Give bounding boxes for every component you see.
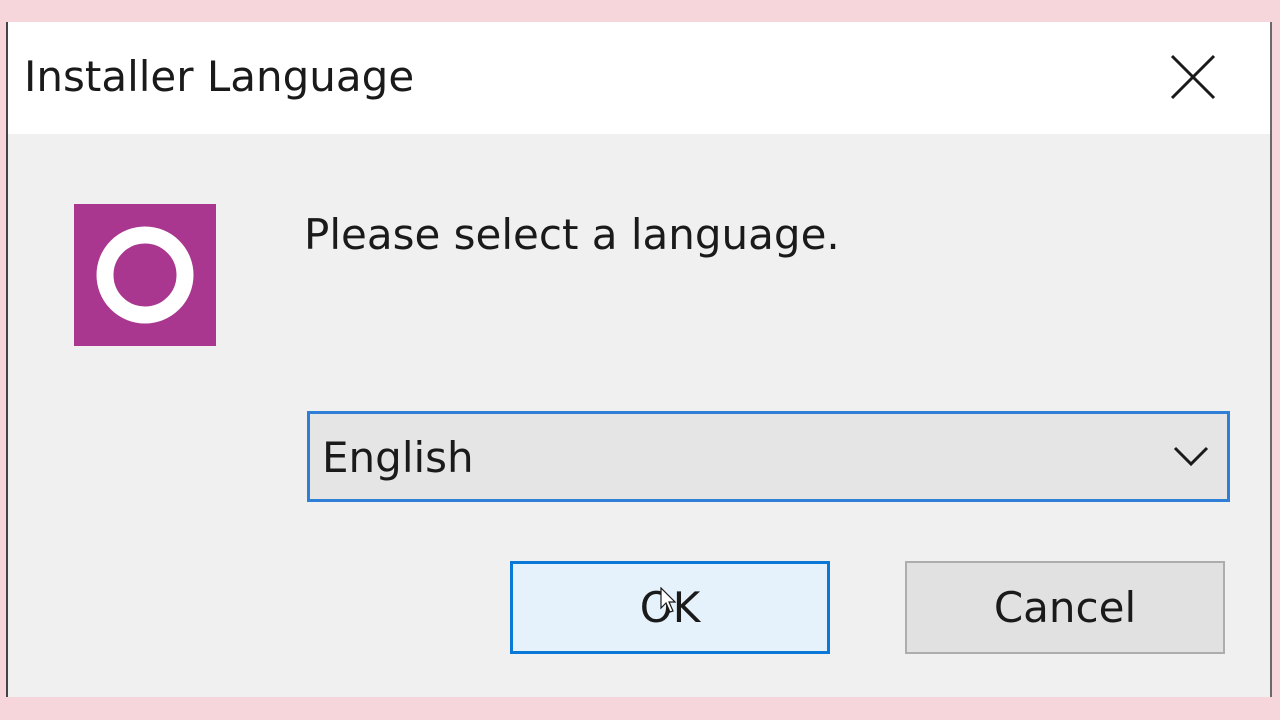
- window-title: Installer Language: [24, 52, 415, 101]
- installer-language-dialog: Installer Language Please select a langu…: [6, 22, 1272, 697]
- cancel-button-label: Cancel: [993, 583, 1137, 632]
- ok-button[interactable]: OK: [510, 561, 830, 654]
- language-dropdown-value: English: [322, 433, 474, 482]
- close-icon: [1170, 54, 1216, 100]
- close-button[interactable]: [1162, 50, 1222, 106]
- title-bar: Installer Language: [8, 22, 1270, 134]
- prompt-text: Please select a language.: [304, 210, 840, 259]
- app-logo-icon: [74, 204, 216, 346]
- chevron-down-icon: [1171, 442, 1211, 470]
- ok-button-label: OK: [639, 583, 701, 632]
- language-dropdown[interactable]: English: [307, 411, 1230, 502]
- cancel-button[interactable]: Cancel: [905, 561, 1225, 654]
